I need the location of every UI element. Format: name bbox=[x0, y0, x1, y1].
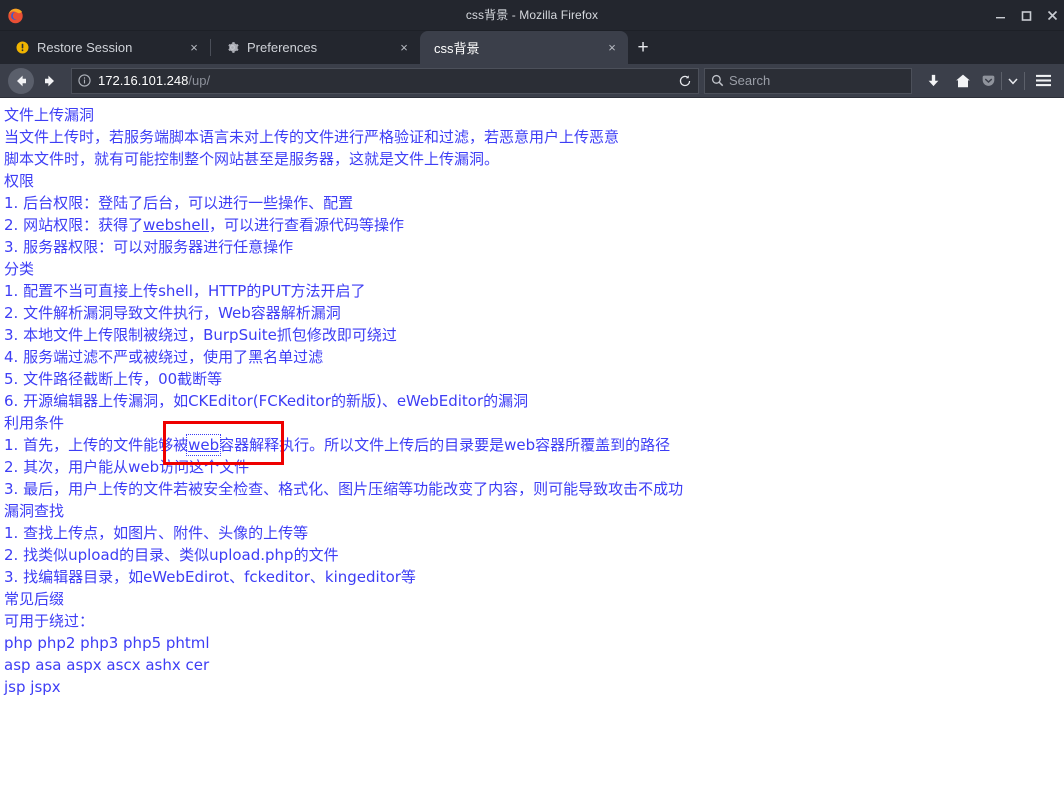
doc-text: 2. 网站权限：获得了 bbox=[4, 216, 144, 234]
warning-icon bbox=[14, 40, 30, 56]
firefox-logo-icon bbox=[7, 7, 24, 24]
doc-line: 3. 找编辑器目录，如eWebEdirot、fckeditor、kingedit… bbox=[4, 568, 416, 586]
toolbar-divider bbox=[1024, 71, 1025, 90]
url-text[interactable]: 172.16.101.248/up/ bbox=[96, 73, 672, 88]
inline-link[interactable]: webshell bbox=[143, 216, 209, 234]
doc-line: 1. 查找上传点，如图片、附件、头像的上传等 bbox=[4, 524, 309, 542]
doc-line: 文件上传漏洞 bbox=[4, 106, 95, 124]
doc-line: 权限 bbox=[4, 172, 35, 190]
doc-line: 3. 本地文件上传限制被绕过，BurpSuite抓包修改即可绕过 bbox=[4, 326, 397, 344]
doc-line: 当文件上传时，若服务端脚本语言未对上传的文件进行严格验证和过滤，若恶意用户上传恶… bbox=[4, 128, 620, 146]
doc-text: 1. 首先，上传的文件能够被 bbox=[4, 436, 189, 454]
chevron-down-icon[interactable] bbox=[1005, 68, 1021, 94]
doc-line: 常见后缀 bbox=[4, 590, 65, 608]
doc-line: 6. 开源编辑器上传漏洞，如CKEditor(FCKeditor的新版)、eWe… bbox=[4, 392, 529, 410]
tab-label: css背景 bbox=[434, 41, 480, 56]
doc-line: 脚本文件时，就有可能控制整个网站甚至是服务器，这就是文件上传漏洞。 bbox=[4, 150, 500, 168]
search-icon bbox=[705, 69, 729, 93]
close-icon[interactable] bbox=[1046, 10, 1058, 22]
new-tab-button[interactable]: + bbox=[628, 31, 658, 64]
doc-line: 3. 服务器权限：可以对服务器进行任意操作 bbox=[4, 238, 294, 256]
doc-line: asp asa aspx ascx ashx cer bbox=[4, 656, 210, 674]
doc-line: 1. 后台权限：登陆了后台，可以进行一些操作、配置 bbox=[4, 194, 354, 212]
tab-close-icon[interactable]: × bbox=[604, 40, 620, 56]
tab-label: Restore Session bbox=[37, 40, 133, 55]
search-input[interactable]: Search bbox=[729, 73, 770, 88]
focused-inline-link[interactable]: web bbox=[186, 434, 222, 456]
window-controls bbox=[994, 0, 1058, 31]
doc-line: 漏洞查找 bbox=[4, 502, 65, 520]
doc-line: 5. 文件路径截断上传，00截断等 bbox=[4, 370, 223, 388]
toolbar-divider bbox=[1001, 71, 1002, 90]
doc-line: 2. 网站权限：获得了webshell，可以进行查看源代码等操作 bbox=[4, 214, 1064, 236]
gear-icon bbox=[224, 40, 240, 56]
doc-text: 容器解释执行。所以文件上传后的目录要是web容器所覆盖到的路径 bbox=[219, 436, 671, 454]
reload-icon[interactable] bbox=[672, 69, 698, 93]
minimize-icon[interactable] bbox=[994, 10, 1006, 22]
tab-restore-session[interactable]: Restore Session × bbox=[0, 31, 210, 64]
doc-line: 3. 最后，用户上传的文件若被安全检查、格式化、图片压缩等功能改变了内容，则可能… bbox=[4, 480, 684, 498]
doc-line: 2. 其次，用户能从web访问这个文件 bbox=[4, 458, 250, 476]
tab-close-icon[interactable]: × bbox=[396, 40, 412, 56]
doc-line: php php2 php3 php5 phtml bbox=[4, 634, 210, 652]
url-host: 172.16.101.248 bbox=[98, 73, 189, 88]
search-bar[interactable]: Search bbox=[704, 67, 912, 94]
doc-line: 2. 找类似upload的目录、类似upload.php的文件 bbox=[4, 546, 339, 564]
tab-preferences[interactable]: Preferences × bbox=[210, 31, 420, 64]
home-icon[interactable] bbox=[948, 67, 978, 95]
info-icon[interactable] bbox=[72, 69, 96, 93]
doc-line: 1. 首先，上传的文件能够被web容器解释执行。所以文件上传后的目录要是web容… bbox=[4, 434, 1064, 456]
doc-line: 分类 bbox=[4, 260, 35, 278]
window-titlebar: css背景 - Mozilla Firefox bbox=[0, 0, 1064, 31]
tab-strip: Restore Session × Preferences × css背景 × … bbox=[0, 31, 1064, 64]
url-path: /up/ bbox=[188, 73, 211, 88]
url-bar[interactable]: 172.16.101.248/up/ bbox=[71, 67, 699, 94]
hamburger-menu-icon[interactable] bbox=[1028, 67, 1058, 95]
doc-line: 1. 配置不当可直接上传shell，HTTP的PUT方法开启了 bbox=[4, 282, 366, 300]
doc-line: 利用条件 bbox=[4, 414, 65, 432]
tab-close-icon[interactable]: × bbox=[186, 40, 202, 56]
toolbar-actions bbox=[918, 67, 1058, 95]
window-title: css背景 - Mozilla Firefox bbox=[465, 7, 599, 22]
download-arrow-icon[interactable] bbox=[918, 67, 948, 95]
document-body: 文件上传漏洞当文件上传时，若服务端脚本语言未对上传的文件进行严格验证和过滤，若恶… bbox=[4, 104, 1064, 698]
pocket-icon[interactable] bbox=[978, 67, 998, 95]
back-arrow-icon[interactable] bbox=[8, 67, 34, 94]
tab-label: Preferences bbox=[247, 40, 318, 55]
forward-arrow-icon[interactable] bbox=[35, 67, 65, 95]
doc-text: ，可以进行查看源代码等操作 bbox=[209, 216, 405, 234]
maximize-icon[interactable] bbox=[1020, 10, 1032, 22]
doc-line: 2. 文件解析漏洞导致文件执行，Web容器解析漏洞 bbox=[4, 304, 341, 322]
doc-line: 4. 服务端过滤不严或被绕过，使用了黑名单过滤 bbox=[4, 348, 324, 366]
tab-css-background[interactable]: css背景 × bbox=[420, 31, 628, 64]
navigation-toolbar: 172.16.101.248/up/ Search bbox=[0, 64, 1064, 98]
page-content: 文件上传漏洞当文件上传时，若服务端脚本语言未对上传的文件进行严格验证和过滤，若恶… bbox=[0, 98, 1064, 796]
doc-line: jsp jspx bbox=[4, 678, 61, 696]
doc-line: 可用于绕过： bbox=[4, 612, 95, 630]
